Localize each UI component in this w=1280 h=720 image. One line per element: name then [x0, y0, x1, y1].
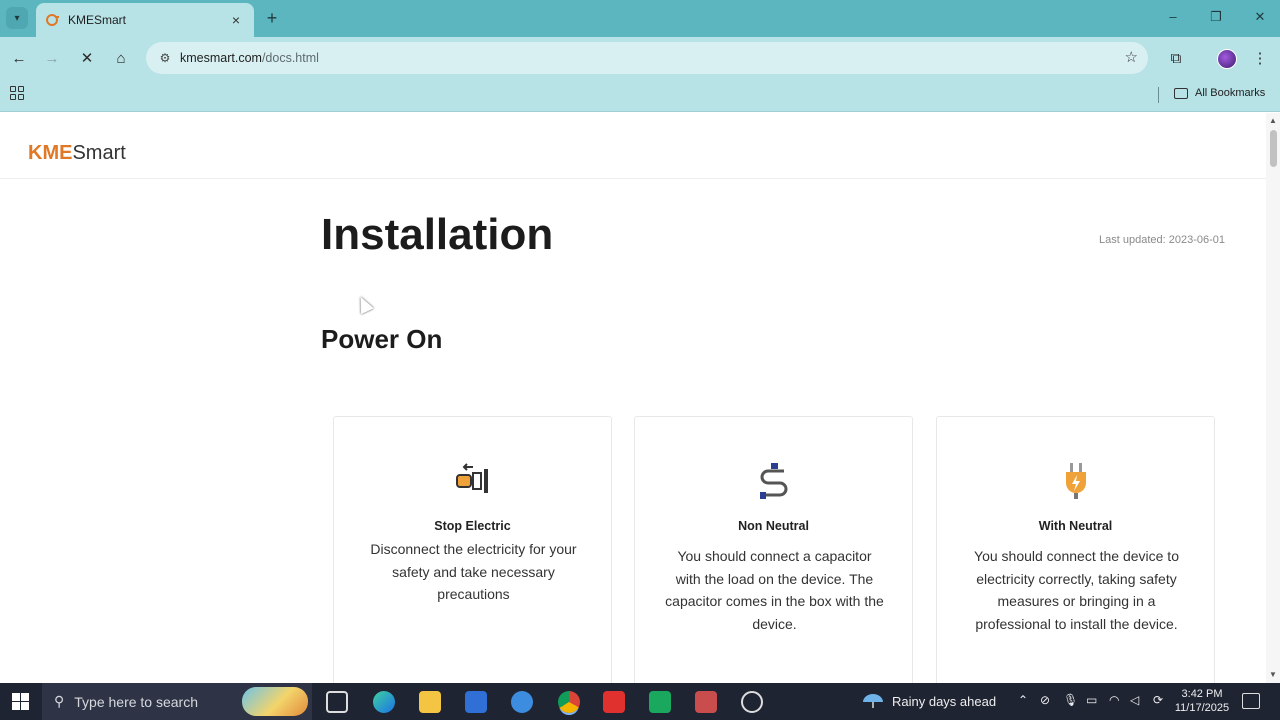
- bookmarks-bar: All Bookmarks: [0, 79, 1280, 112]
- logo-secondary: Smart: [72, 142, 126, 164]
- microphone-icon[interactable]: 🎙: [1063, 693, 1078, 707]
- card-text: You should connect the device to electri…: [974, 548, 1179, 632]
- spreadsheet-app-icon[interactable]: [649, 691, 671, 713]
- show-hidden-icons-icon[interactable]: ⌃: [1018, 693, 1028, 707]
- all-bookmarks-button[interactable]: All Bookmarks: [1174, 87, 1265, 99]
- extensions-icon[interactable]: ⧉: [1166, 48, 1186, 68]
- card-text: Disconnect the electricity for your safe…: [370, 541, 577, 602]
- page-title: Installation: [321, 210, 554, 259]
- profile-avatar[interactable]: [1217, 49, 1237, 69]
- volume-icon[interactable]: ◁: [1130, 693, 1139, 707]
- windows-taskbar: ⚲ Type here to search Rainy days ahead ⌃…: [0, 683, 1280, 720]
- unplug-icon: [456, 463, 488, 493]
- page-scrollbar[interactable]: ▲ ▼: [1266, 113, 1280, 683]
- card-with-neutral: With Neutral You should connect the devi…: [936, 416, 1215, 683]
- notification-center-icon[interactable]: [1242, 693, 1260, 709]
- address-bar[interactable]: ⚙ kmesmart.com/docs.html ☆: [146, 42, 1148, 74]
- url-host: kmesmart.com: [180, 51, 262, 65]
- plug-icon: [1066, 463, 1086, 499]
- bookmarks-separator: [1158, 87, 1159, 103]
- wifi-icon[interactable]: ◠: [1109, 693, 1119, 707]
- minimize-button[interactable]: –: [1163, 9, 1183, 24]
- recorder-app-icon[interactable]: [741, 691, 763, 713]
- url-path: /docs.html: [261, 51, 319, 65]
- weather-widget[interactable]: Rainy days ahead: [862, 693, 996, 709]
- stop-loading-button[interactable]: ✕: [77, 48, 97, 68]
- card-stop-electric: Stop Electric Disconnect the electricity…: [333, 416, 612, 683]
- clock-date: 11/17/2025: [1174, 702, 1230, 714]
- card-title: With Neutral: [1038, 519, 1113, 533]
- tab-title: KMESmart: [68, 13, 127, 27]
- site-info-icon[interactable]: ⚙: [156, 49, 174, 67]
- taskbar-clock[interactable]: 3:42 PM 11/17/2025: [1174, 687, 1230, 715]
- scroll-thumb[interactable]: [1270, 130, 1277, 167]
- tab-search-button[interactable]: ▾: [6, 7, 28, 29]
- browser-toolbar: ← → ✕ ⌂ ⚙ kmesmart.com/docs.html ☆ ⧉ ⋮: [0, 37, 1280, 79]
- card-non-neutral: Non Neutral You should connect a capacit…: [634, 416, 913, 683]
- scroll-down-icon[interactable]: ▼: [1269, 670, 1277, 679]
- kmesmart-favicon-icon: [46, 14, 59, 26]
- card-title: Stop Electric: [434, 519, 511, 533]
- logo-primary: KME: [28, 142, 73, 164]
- clock-time: 3:42 PM: [1181, 688, 1223, 700]
- battery-icon[interactable]: ▭: [1086, 693, 1097, 707]
- mail-app-icon[interactable]: [511, 691, 533, 713]
- file-explorer-icon[interactable]: [419, 691, 441, 713]
- taskbar-search-placeholder: Type here to search: [74, 693, 199, 710]
- microsoft-store-icon[interactable]: [465, 691, 487, 713]
- folder-icon: [1174, 87, 1188, 99]
- url-text: kmesmart.com/docs.html: [180, 51, 319, 65]
- search-highlight-image: [242, 687, 308, 716]
- last-updated-text: Last updated: 2023-06-01: [1099, 234, 1225, 246]
- browser-menu-icon[interactable]: ⋮: [1250, 48, 1270, 68]
- home-button[interactable]: ⌂: [111, 48, 131, 68]
- browser-tab[interactable]: KMESmart ×: [36, 3, 254, 37]
- scroll-up-icon[interactable]: ▲: [1269, 116, 1277, 125]
- windows-start-icon[interactable]: [12, 693, 29, 710]
- sync-icon[interactable]: ⟳: [1153, 693, 1163, 707]
- forward-button[interactable]: →: [42, 48, 62, 68]
- all-bookmarks-label: All Bookmarks: [1195, 87, 1266, 99]
- card-text: You should connect a capacitor with the …: [665, 548, 884, 632]
- chrome-browser-icon[interactable]: [558, 691, 580, 713]
- umbrella-rain-icon: [863, 694, 883, 708]
- site-logo[interactable]: KMESmart: [28, 142, 126, 165]
- tab-close-icon[interactable]: ×: [228, 12, 244, 28]
- browser-tabstrip: ▾ KMESmart × + – ❐ ✕: [0, 0, 1280, 37]
- bookmark-star-icon[interactable]: ☆: [1125, 48, 1138, 66]
- cable-icon: [760, 463, 788, 499]
- search-icon: ⚲: [54, 693, 65, 709]
- site-header: KMESmart: [0, 113, 1266, 179]
- wps-office-icon[interactable]: [603, 691, 625, 713]
- card-title: Non Neutral: [738, 519, 809, 533]
- weather-text: Rainy days ahead: [892, 693, 997, 709]
- network-off-icon[interactable]: ⊘: [1040, 693, 1050, 707]
- new-tab-button[interactable]: +: [262, 8, 282, 29]
- back-button[interactable]: ←: [9, 48, 29, 68]
- close-window-button[interactable]: ✕: [1250, 9, 1270, 25]
- restore-button[interactable]: ❐: [1206, 9, 1226, 25]
- apps-grid-icon[interactable]: [10, 86, 24, 100]
- pdf-app-icon[interactable]: [695, 691, 717, 713]
- task-view-icon[interactable]: [326, 691, 348, 713]
- web-page: KMESmart Installation Last updated: 2023…: [0, 113, 1266, 683]
- section-title: Power On: [321, 324, 443, 354]
- edge-browser-icon[interactable]: [373, 691, 395, 713]
